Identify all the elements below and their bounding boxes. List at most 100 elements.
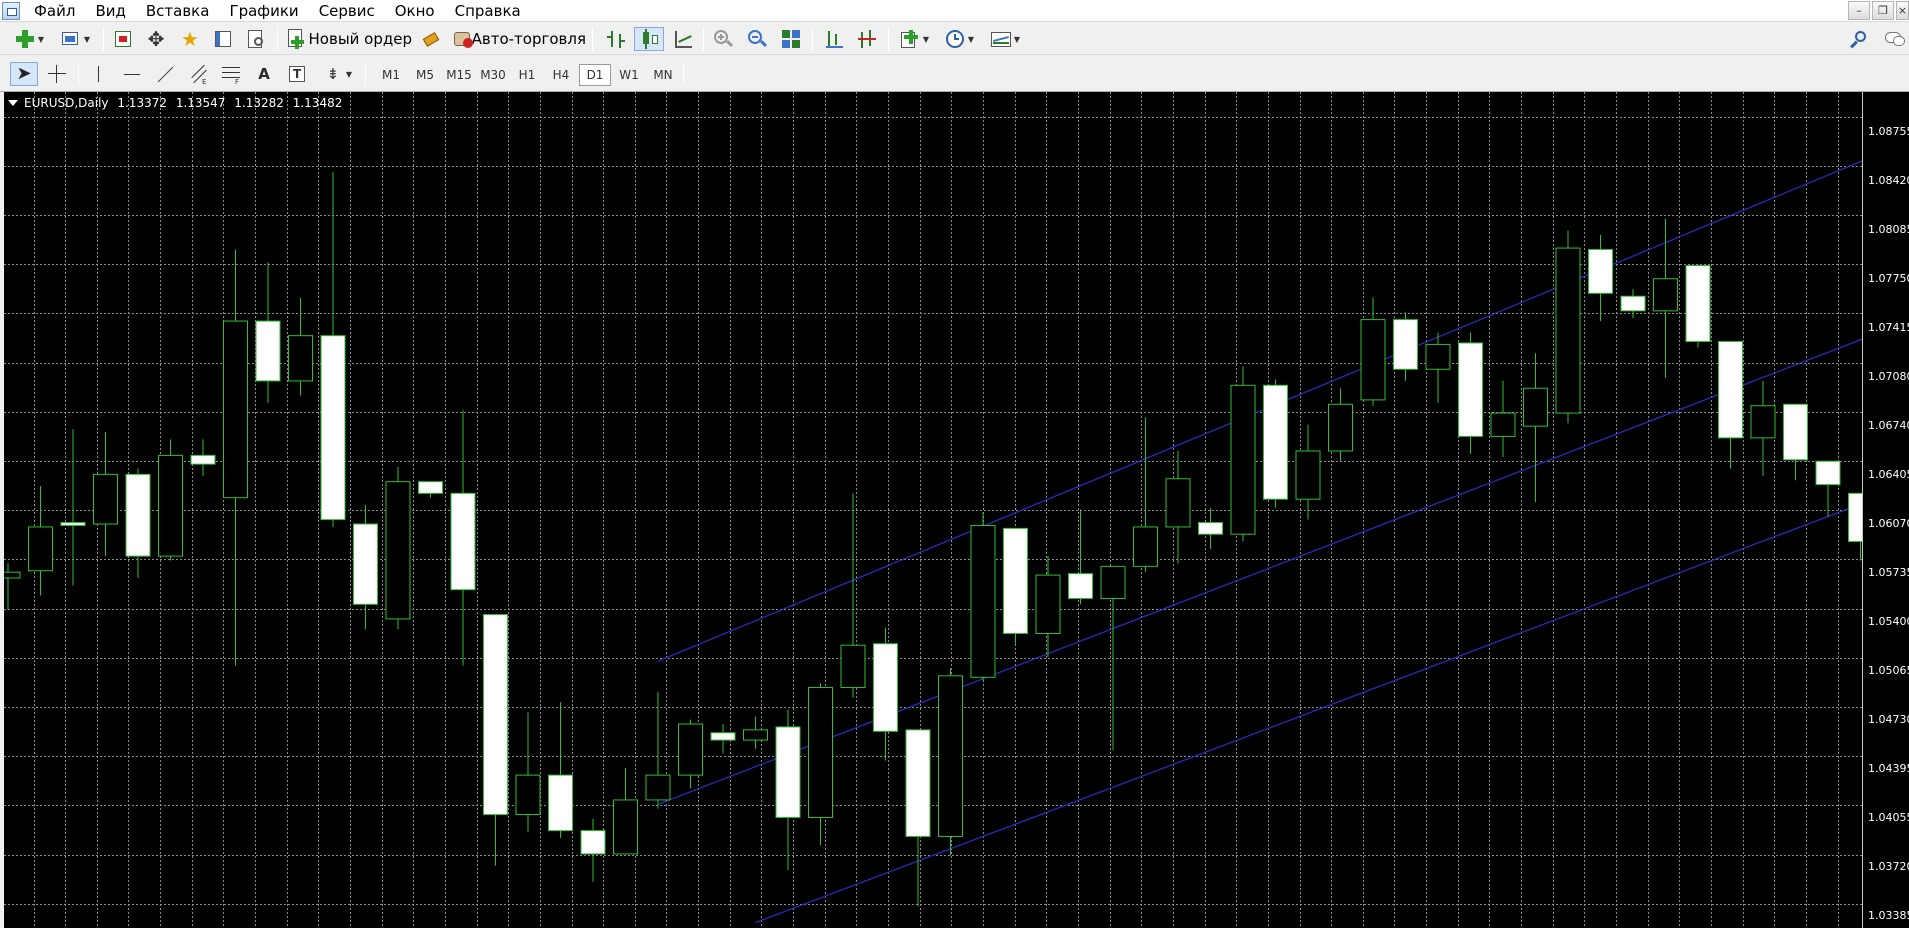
candle-body-bear xyxy=(1458,342,1483,437)
zoom-in-button[interactable] xyxy=(709,27,737,51)
templates-icon xyxy=(990,28,1012,50)
vertical-line-button[interactable] xyxy=(86,62,112,86)
candle-body-bull xyxy=(1523,387,1548,427)
periods-button[interactable]: ▼ xyxy=(940,27,978,51)
zoom-out-button[interactable] xyxy=(743,27,771,51)
text-label-button[interactable]: T xyxy=(284,62,310,86)
auto-trading-button[interactable]: Авто-торговля xyxy=(452,27,586,51)
candle xyxy=(1393,312,1418,381)
chart-close: 1.13482 xyxy=(292,96,343,110)
templates-button[interactable]: ▼ xyxy=(986,27,1024,51)
chart-shift-button[interactable] xyxy=(820,27,848,51)
menu-file[interactable]: Файл xyxy=(24,0,85,22)
new-chart-button[interactable]: ▼ xyxy=(10,27,48,51)
strategy-tester-button[interactable] xyxy=(243,27,269,51)
candle-body-bull xyxy=(613,799,638,855)
chart-symbol: EURUSD,Daily xyxy=(24,96,109,110)
candle xyxy=(970,512,996,681)
chat-button[interactable] xyxy=(1880,27,1908,51)
menu-help[interactable]: Справка xyxy=(445,0,531,22)
price-level-label: 1.05400 xyxy=(1868,614,1909,628)
candle xyxy=(1003,527,1028,644)
market-watch-button[interactable] xyxy=(110,27,136,51)
minimize-window-button[interactable]: – xyxy=(1848,1,1870,20)
price-level-label: 1.08420 xyxy=(1868,173,1909,187)
data-window-button[interactable]: ✥ xyxy=(143,27,169,51)
autoscroll-button[interactable] xyxy=(853,27,881,51)
horizontal-line-button[interactable] xyxy=(119,62,145,86)
crosshair-icon xyxy=(46,63,68,85)
candle xyxy=(515,712,541,833)
text-button[interactable]: A xyxy=(252,62,276,86)
timeframe-h1[interactable]: H1 xyxy=(511,64,543,86)
candle xyxy=(1230,366,1256,542)
metaeditor-button[interactable] xyxy=(418,27,444,51)
candle-body-bull xyxy=(808,687,833,818)
timeframe-h4[interactable]: H4 xyxy=(545,64,577,86)
price-level-label: 1.06070 xyxy=(1868,517,1909,530)
restore-window-button[interactable]: ❐ xyxy=(1872,1,1894,20)
candle-body-bear xyxy=(1685,265,1711,343)
terminal-window-icon xyxy=(212,28,234,50)
candle xyxy=(808,683,833,846)
candle xyxy=(1295,424,1321,520)
candle-body-bull xyxy=(1035,574,1061,634)
arrows-button[interactable]: ⇟ ▼ xyxy=(318,62,356,86)
price-level-label: 1.08085 xyxy=(1868,222,1909,236)
timeframe-m5[interactable]: M5 xyxy=(409,64,441,86)
candle-body-bull xyxy=(158,454,183,557)
close-window-button[interactable]: × xyxy=(1896,1,1909,20)
timeframe-m30[interactable]: M30 xyxy=(477,64,509,86)
terminal-button[interactable] xyxy=(210,27,236,51)
cursor-button[interactable]: ➤ xyxy=(10,62,38,86)
menu-charts[interactable]: Графики xyxy=(219,0,308,22)
candle-body-bear xyxy=(710,732,736,741)
timeframe-mn[interactable]: MN xyxy=(647,64,679,86)
price-level-label: 1.05735 xyxy=(1868,565,1909,579)
price-axis[interactable] xyxy=(1862,92,1909,928)
chart-window[interactable]: 1.08755 1.08420 1.08085 1.07750 1.07415 1.070… xyxy=(4,92,1909,928)
timeframe-m15[interactable]: M15 xyxy=(443,64,475,86)
price-level-label: 1.03385 xyxy=(1868,909,1909,922)
market-watch-icon xyxy=(112,28,134,50)
navigator-button[interactable]: ★ xyxy=(177,27,203,51)
line-chart-button[interactable] xyxy=(670,27,696,51)
candle-body-bull xyxy=(288,335,313,382)
app-icon[interactable] xyxy=(2,2,20,20)
menu-tools[interactable]: Сервис xyxy=(309,0,385,22)
candle xyxy=(1750,380,1776,476)
candlestick-chart[interactable] xyxy=(4,92,1909,928)
candle xyxy=(483,614,508,866)
candle-body-bear xyxy=(60,522,86,526)
trendline-button[interactable] xyxy=(152,62,178,86)
candle xyxy=(60,429,86,586)
channel-line xyxy=(657,320,1909,805)
line-chart-icon xyxy=(672,28,694,50)
candle xyxy=(1555,230,1581,424)
bar-chart-button[interactable] xyxy=(603,27,629,51)
candle-body-bull xyxy=(938,675,963,837)
menu-view[interactable]: Вид xyxy=(85,0,135,22)
candle xyxy=(613,767,638,855)
crosshair-button[interactable] xyxy=(44,62,70,86)
fibonacci-button[interactable]: F xyxy=(218,62,244,86)
candle-body-bull xyxy=(743,729,768,741)
candle xyxy=(1490,380,1516,457)
candle xyxy=(775,709,801,871)
menu-window[interactable]: Окно xyxy=(385,0,445,22)
timeframe-w1[interactable]: W1 xyxy=(613,64,645,86)
candle-body-bear xyxy=(320,335,346,521)
timeframe-d1[interactable]: D1 xyxy=(579,64,611,86)
indicators-button[interactable]: ▼ xyxy=(895,27,933,51)
search-button[interactable] xyxy=(1846,27,1872,51)
new-order-button[interactable]: Новый ордер xyxy=(286,27,412,51)
candlestick-chart-button[interactable] xyxy=(634,27,664,51)
menu-insert[interactable]: Вставка xyxy=(136,0,220,22)
timeframe-m1[interactable]: M1 xyxy=(375,64,407,86)
caption-dropdown-icon[interactable] xyxy=(8,100,18,106)
auto-trading-label: Авто-торговля xyxy=(471,30,586,48)
profiles-button[interactable]: ▼ xyxy=(56,27,94,51)
equidistant-channel-button[interactable]: E xyxy=(185,62,211,86)
candle-body-bear xyxy=(905,729,931,837)
tile-windows-button[interactable] xyxy=(777,27,805,51)
